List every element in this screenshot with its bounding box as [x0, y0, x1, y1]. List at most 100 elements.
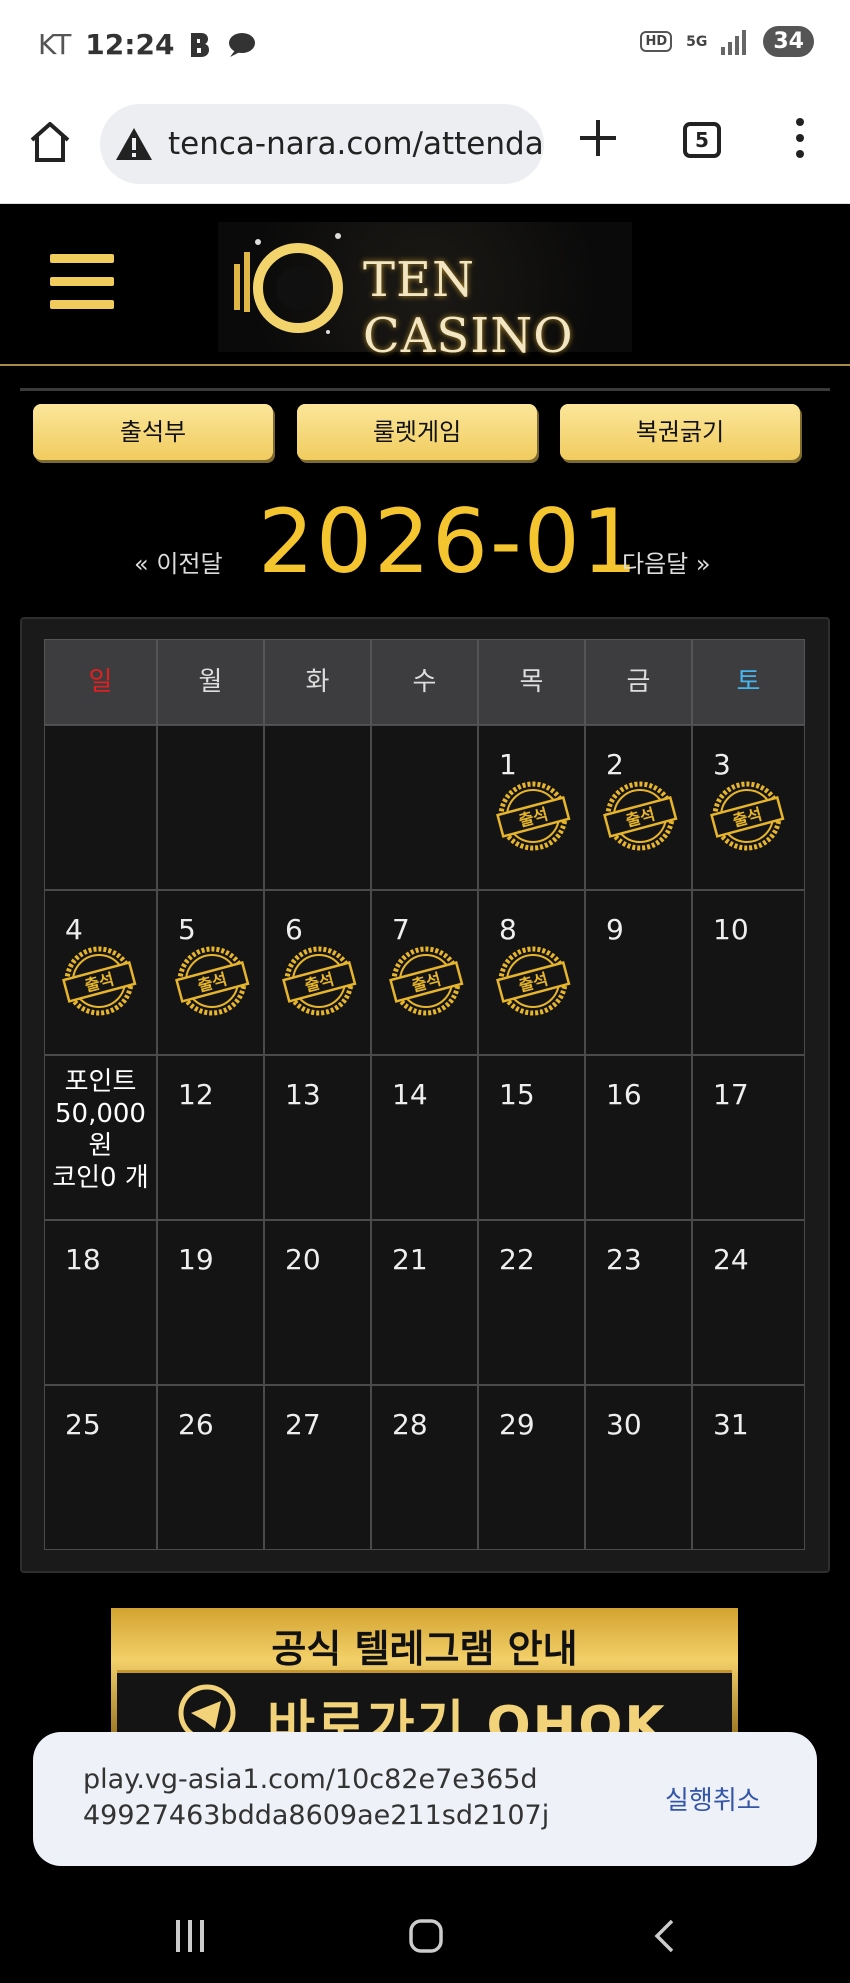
site-header: TEN CASINO: [0, 204, 850, 391]
calendar-grid: 일 월 화 수 목 금 토 1 출석 2 출석 3 출석 4 출석 5 출석 6 출석 7 출석 8 출석 9 10 포인트 50,…: [44, 639, 808, 1550]
logo-text: TEN CASINO: [363, 252, 574, 364]
scratch-lottery-button[interactable]: 복권긁기: [560, 404, 800, 460]
calendar-week-row: 4 출석 5 출석 6 출석 7 출석 8 출석 9 10: [44, 890, 808, 1055]
warning-icon[interactable]: [114, 126, 154, 162]
calendar-day-cell[interactable]: 9: [585, 890, 692, 1055]
calendar-day-cell[interactable]: 25: [44, 1385, 157, 1550]
day-number: 9: [606, 913, 624, 946]
day-number: 30: [606, 1408, 642, 1441]
calendar-day-cell[interactable]: 8 출석: [478, 890, 585, 1055]
calendar-day-cell[interactable]: 12: [157, 1055, 264, 1220]
calendar-day-cell[interactable]: 17: [692, 1055, 805, 1220]
calendar-day-cell[interactable]: 21: [371, 1220, 478, 1385]
calendar-day-cell[interactable]: 3 출석: [692, 725, 805, 890]
attendance-stamp-icon: 출석: [282, 946, 357, 1016]
calendar-day-cell[interactable]: 18: [44, 1220, 157, 1385]
day-number: 29: [499, 1408, 535, 1441]
calendar-day-cell[interactable]: 7 출석: [371, 890, 478, 1055]
home-nav-icon[interactable]: [408, 1918, 444, 1954]
calendar-day-cell[interactable]: 16: [585, 1055, 692, 1220]
weekday-header: 금: [585, 639, 692, 725]
calendar-day-cell[interactable]: 27: [264, 1385, 371, 1550]
calendar-day-cell[interactable]: 14: [371, 1055, 478, 1220]
calendar-day-cell[interactable]: 24: [692, 1220, 805, 1385]
next-month-link[interactable]: 다음달 »: [622, 544, 711, 579]
calendar-day-cell[interactable]: 4 출석: [44, 890, 157, 1055]
calendar-day-cell[interactable]: 6 출석: [264, 890, 371, 1055]
day-number: 4: [65, 913, 83, 946]
day-number: 16: [606, 1078, 642, 1111]
day-number: 15: [499, 1078, 535, 1111]
attendance-stamp-icon: 출석: [62, 946, 137, 1016]
telegram-banner[interactable]: 공식 텔레그램 안내 바로가기 OHOK: [111, 1608, 738, 1756]
calendar-day-cell[interactable]: 19: [157, 1220, 264, 1385]
calendar-day-cell[interactable]: 29: [478, 1385, 585, 1550]
calendar-empty-cell: [264, 725, 371, 890]
day-number: 10: [713, 913, 749, 946]
attendance-stamp-icon: 출석: [175, 946, 250, 1016]
roulette-button[interactable]: 룰렛게임: [297, 404, 537, 460]
calendar-day-cell[interactable]: 28: [371, 1385, 478, 1550]
reward-line: 코인0 개: [52, 1163, 149, 1193]
weekday-header: 목: [478, 639, 585, 725]
calendar-day-cell[interactable]: 26: [157, 1385, 264, 1550]
reward-line: 포인트: [64, 1067, 137, 1097]
browser-toolbar: tenca-nara.com/attenda 5: [0, 96, 850, 204]
recent-apps-icon[interactable]: [170, 1918, 210, 1954]
hamburger-menu-icon[interactable]: [50, 254, 114, 310]
back-icon[interactable]: [650, 1918, 680, 1954]
day-number: 24: [713, 1243, 749, 1276]
month-navigation: « 이전달 2026-01 다음달 »: [0, 490, 850, 593]
header-divider: [0, 364, 850, 366]
battery-indicator: 34: [763, 26, 814, 57]
calendar-day-cell[interactable]: 22: [478, 1220, 585, 1385]
day-number: 18: [65, 1243, 101, 1276]
calendar-day-cell[interactable]: 포인트 50,000 원 코인0 개: [44, 1055, 157, 1220]
calendar-day-cell[interactable]: 23: [585, 1220, 692, 1385]
attendance-stamp-icon: 출석: [496, 946, 571, 1016]
reward-line: 50,000: [55, 1099, 146, 1129]
day-number: 2: [606, 748, 624, 781]
calendar-day-cell[interactable]: 10: [692, 890, 805, 1055]
day-number: 20: [285, 1243, 321, 1276]
day-number: 28: [392, 1408, 428, 1441]
day-number: 27: [285, 1408, 321, 1441]
calendar-day-cell[interactable]: 5 출석: [157, 890, 264, 1055]
weekday-header: 화: [264, 639, 371, 725]
status-bar: KT 12:24 HD 5G 34: [0, 0, 850, 96]
calendar-week-row: 1 출석 2 출석 3 출석: [44, 725, 808, 890]
weekday-header: 월: [157, 639, 264, 725]
calendar-day-cell[interactable]: 31: [692, 1385, 805, 1550]
tab-count-button[interactable]: 5: [683, 122, 721, 158]
calendar-day-cell[interactable]: 20: [264, 1220, 371, 1385]
download-snackbar: play.vg-asia1.com/10c82e7e365d 49927463b…: [33, 1732, 817, 1866]
hd-icon: HD: [640, 31, 673, 52]
header-divider-2: [20, 388, 830, 391]
calendar-week-row: 25 26 27 28 29 30 31: [44, 1385, 808, 1550]
weekday-header: 일: [44, 639, 157, 725]
system-nav-bar: [0, 1886, 850, 1983]
attendance-stamp-icon: 출석: [496, 781, 571, 851]
prev-month-link[interactable]: « 이전달: [134, 544, 223, 579]
day-number: 17: [713, 1078, 749, 1111]
address-bar[interactable]: tenca-nara.com/attenda: [100, 104, 544, 184]
site-logo[interactable]: TEN CASINO: [218, 222, 632, 364]
calendar-day-cell[interactable]: 1 출석: [478, 725, 585, 890]
download-url-line2: 49927463bdda8609ae211sd2107j: [83, 1800, 550, 1831]
attendance-button[interactable]: 출석부: [33, 404, 273, 460]
carrier-label: KT: [38, 28, 72, 61]
new-tab-icon[interactable]: [576, 116, 620, 160]
undo-button[interactable]: 실행취소: [665, 1780, 761, 1817]
calendar-day-cell[interactable]: 30: [585, 1385, 692, 1550]
day-number: 8: [499, 913, 517, 946]
clock: 12:24: [85, 28, 175, 61]
day-number: 21: [392, 1243, 428, 1276]
home-icon[interactable]: [26, 118, 74, 166]
calendar-day-cell[interactable]: 15: [478, 1055, 585, 1220]
more-menu-icon[interactable]: [790, 116, 810, 160]
calendar-day-cell[interactable]: 2 출석: [585, 725, 692, 890]
attendance-stamp-icon: 출석: [389, 946, 464, 1016]
calendar-day-cell[interactable]: 13: [264, 1055, 371, 1220]
attendance-stamp-icon: 출석: [710, 781, 785, 851]
day-number: 26: [178, 1408, 214, 1441]
